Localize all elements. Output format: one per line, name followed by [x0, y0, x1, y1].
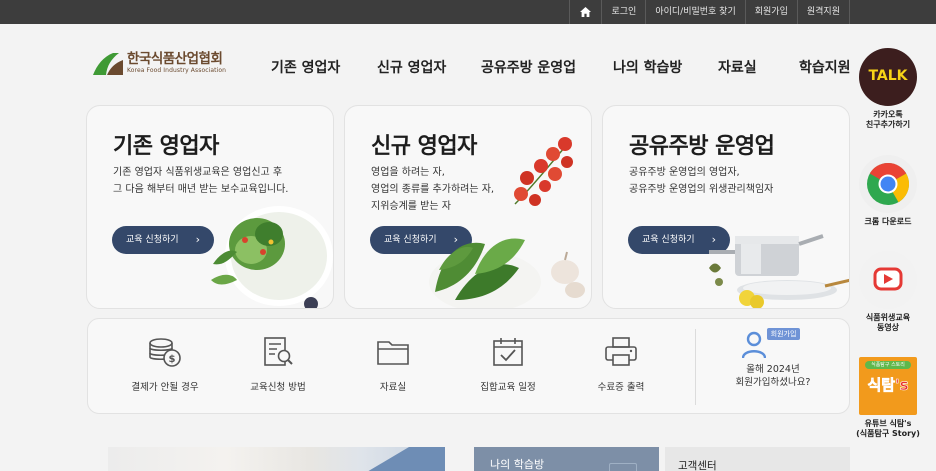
spinach-garlic-illustration [429, 238, 585, 308]
quick-divider [695, 329, 696, 405]
side-label: 크롬 다운로드 [856, 217, 920, 227]
side-chrome-download[interactable]: 크롬 다운로드 [856, 155, 920, 227]
youtube-play-logo [873, 267, 903, 291]
video-play-icon [859, 251, 917, 309]
side-label-line: 유튜브 식탐's [864, 419, 912, 428]
remote-support-link[interactable]: 원격지원 [796, 0, 850, 24]
side-kakao-friend[interactable]: TALK 카카오톡 친구추가하기 [856, 48, 920, 130]
monitor-icon [609, 463, 637, 471]
quick-label: 수료증 출력 [597, 382, 645, 393]
login-link[interactable]: 로그인 [601, 0, 645, 24]
folder-icon [377, 341, 409, 365]
kakao-talk-icon: TALK [859, 48, 917, 106]
side-label-line: 크롬 다운로드 [864, 217, 912, 226]
sictam-logo-text: 식탐's [867, 376, 909, 395]
cherry-tomatoes-illustration [514, 137, 573, 206]
kakao-talk-text: TALK [868, 68, 908, 84]
card-desc-line: 공유주방 운영업의 위생관리책임자 [629, 184, 774, 195]
side-youtube-sictam[interactable]: 식품탐구 스토리 식탐's 유튜브 식탐's (식품탐구 Story) [856, 357, 920, 439]
nav-my-learning[interactable]: 나의 학습방 [613, 57, 682, 77]
side-label-line: 친구추가하기 [865, 120, 911, 129]
customer-center-label: 고객센터 [678, 460, 717, 471]
main-navigation: 기존 영업자 신규 영업자 공유주방 운영업 나의 학습방 자료실 학습지원 [0, 57, 860, 77]
member-question-line: 회원가입하셨나요? [735, 377, 811, 388]
card-title: 기존 영업자 [113, 134, 219, 159]
membership-join-prompt[interactable]: 회원가입 올해 2024년 회원가입하셨나요? [703, 328, 843, 389]
quick-label: 교육신청 방법 [250, 382, 306, 393]
card-shared-kitchen: 공유주방 운영업 공유주방 운영업의 영업자, 공유주방 운영업의 위생관리책임… [602, 105, 850, 309]
utility-links: 로그인 아이디/비밀번호 찾기 회원가입 원격지원 [569, 0, 850, 24]
customer-center-panel[interactable]: 고객센터 [665, 447, 850, 471]
side-label: 유튜브 식탐's (식품탐구 Story) [856, 419, 920, 439]
person-icon [741, 331, 766, 359]
chrome-logo [867, 163, 910, 205]
card-title: 신규 영업자 [371, 134, 477, 159]
card-existing-business: 기존 영업자 기존 영업자 식품위생교육은 영업신고 후 그 다음 해부터 매년… [86, 105, 334, 309]
printer-icon [605, 337, 637, 366]
card-description: 영업을 하려는 자, 영업의 종류를 추가하려는 자, 지위승계를 받는 자 [371, 164, 494, 215]
side-label-line: 동영상 [876, 323, 900, 332]
side-label-line: 식품위생교육 [865, 313, 911, 322]
calendar-check-icon [493, 338, 523, 366]
chevron-right-icon: › [195, 233, 200, 246]
coins-dollar-icon: $ [149, 338, 181, 367]
banner-photo [108, 447, 445, 471]
signup-badge: 회원가입 [766, 328, 801, 340]
quick-menu: $ 결제가 안될 경우 교육신청 방법 자료실 집합교육 일정 수료증 출력 회… [87, 318, 850, 414]
side-label: 식품위생교육 동영상 [856, 313, 920, 333]
member-question-line: 올해 2024년 [746, 364, 800, 375]
quick-label: 집합교육 일정 [480, 382, 536, 393]
member-question: 올해 2024년 회원가입하셨나요? [703, 363, 843, 389]
nav-learning-support[interactable]: 학습지원 [799, 57, 851, 77]
card-description: 기존 영업자 식품위생교육은 영업신고 후 그 다음 해부터 매년 받는 보수교… [113, 164, 288, 198]
my-learning-panel[interactable]: 나의 학습방 [474, 447, 659, 471]
nav-existing-business[interactable]: 기존 영업자 [271, 57, 340, 77]
home-button[interactable] [569, 0, 601, 24]
button-label: 교육 신청하기 [642, 235, 695, 245]
card-desc-line: 영업의 종류를 추가하려는 자, [371, 184, 495, 195]
svg-text:$: $ [169, 354, 176, 365]
banner-accent-shape [368, 447, 445, 471]
nav-new-business[interactable]: 신규 영업자 [377, 57, 446, 77]
card-title: 공유주방 운영업 [629, 134, 775, 159]
card-desc-line: 기존 영업자 식품위생교육은 영업신고 후 [113, 167, 283, 178]
quick-certificate-print[interactable]: 수료증 출력 [566, 337, 676, 393]
side-label-line: 카카오톡 [873, 110, 903, 119]
document-search-icon [264, 337, 293, 366]
top-utility-bar: 로그인 아이디/비밀번호 찾기 회원가입 원격지원 [0, 0, 936, 24]
quick-library[interactable]: 자료실 [338, 337, 448, 393]
apply-education-button[interactable]: 교육 신청하기 › [112, 226, 214, 254]
card-desc-line: 공유주방 운영업의 영업자, [629, 167, 740, 178]
button-label: 교육 신청하기 [126, 235, 179, 245]
side-hygiene-video[interactable]: 식품위생교육 동영상 [856, 251, 920, 333]
quick-label: 자료실 [379, 382, 407, 393]
salad-bowl-illustration [211, 206, 333, 308]
side-label: 카카오톡 친구추가하기 [856, 110, 920, 130]
quick-label: 결제가 안될 경우 [131, 382, 199, 393]
quick-group-schedule[interactable]: 집합교육 일정 [453, 337, 563, 393]
card-new-business: 신규 영업자 영업을 하려는 자, 영업의 종류를 추가하려는 자, 지위승계를… [344, 105, 592, 309]
nav-shared-kitchen[interactable]: 공유주방 운영업 [481, 57, 576, 77]
card-description: 공유주방 운영업의 영업자, 공유주방 운영업의 위생관리책임자 [629, 164, 773, 198]
quick-payment-help[interactable]: $ 결제가 안될 경우 [110, 337, 220, 393]
find-id-password-link[interactable]: 아이디/비밀번호 찾기 [645, 0, 744, 24]
sictam-subtitle: 식품탐구 스토리 [865, 361, 911, 369]
my-learning-label: 나의 학습방 [490, 458, 545, 471]
cookware-illustration [709, 234, 849, 308]
signup-link[interactable]: 회원가입 [744, 0, 797, 24]
side-label-line: (식품탐구 Story) [856, 429, 920, 438]
home-icon [580, 7, 592, 17]
sictam-icon: 식품탐구 스토리 식탐's [859, 357, 917, 415]
chrome-icon [859, 155, 917, 213]
nav-library[interactable]: 자료실 [718, 57, 757, 77]
quick-application-guide[interactable]: 교육신청 방법 [223, 337, 333, 393]
card-desc-line: 영업을 하려는 자, [371, 167, 445, 178]
